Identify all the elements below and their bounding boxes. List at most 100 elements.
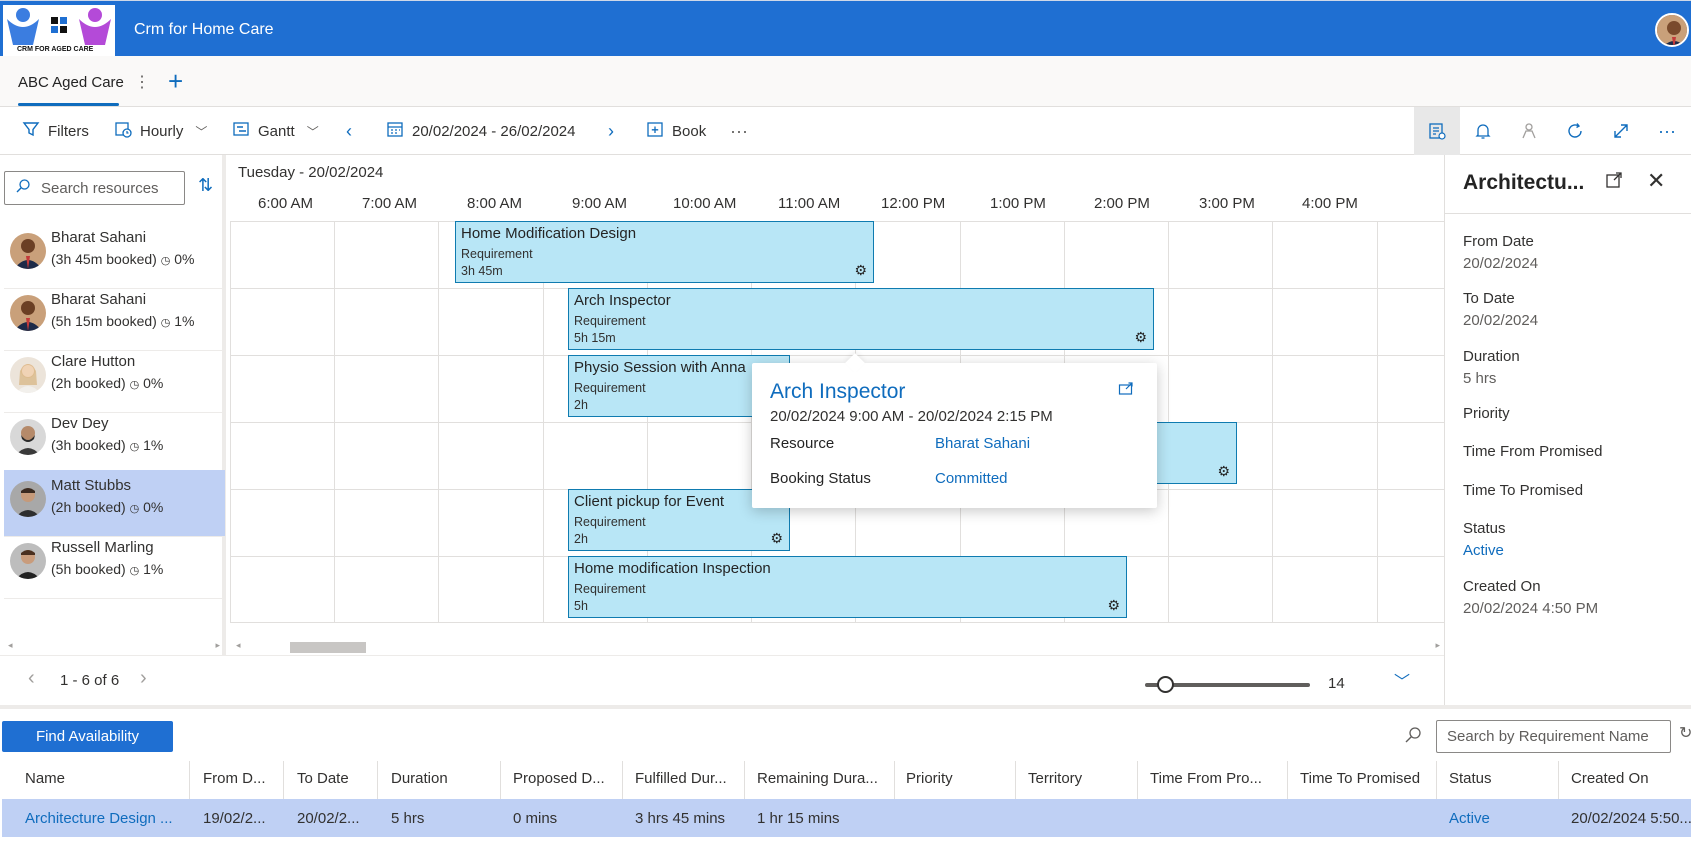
field-label: Time From Promised [1463, 443, 1603, 460]
search-icon[interactable] [1404, 726, 1422, 749]
refresh-icon[interactable]: ↻ [1679, 723, 1691, 743]
popup-status-link[interactable]: Committed [935, 470, 1008, 487]
details-pane-icon[interactable] [1414, 107, 1460, 155]
find-availability-button[interactable]: Find Availability [2, 721, 173, 752]
add-tab-icon[interactable]: + [168, 66, 183, 97]
booking-popup: Arch Inspector 20/02/2024 9:00 AM - 20/0… [752, 353, 1157, 508]
filters-button[interactable]: Filters [22, 107, 89, 155]
resource-booked: (2h booked) ◷ 0% [51, 375, 164, 391]
hour-label: 8:00 AM [467, 195, 523, 212]
chevron-down-icon: ﹀ [306, 124, 319, 139]
app-logo[interactable]: CRM FOR AGED CARE [3, 5, 115, 57]
hour-label: 2:00 PM [1094, 195, 1150, 212]
tab-more-icon[interactable]: ⋮ [134, 72, 150, 92]
previous-page-icon[interactable]: ‹ [28, 667, 35, 690]
requirement-row-selected[interactable]: Architecture Design ... 19/02/2... 20/02… [2, 799, 1691, 837]
scrollbar-thumb[interactable] [290, 642, 366, 653]
collapse-chevron-icon[interactable]: ﹀ [1394, 668, 1410, 692]
column-header[interactable]: Remaining Dura... [757, 770, 878, 787]
resource-row[interactable]: Clare Hutton (2h booked) ◷ 0% [4, 346, 225, 413]
requirements-panel: Find Availability Search by Requirement … [0, 705, 1691, 867]
previous-period-button[interactable]: ‹ [346, 107, 352, 155]
field-label: To Date [1463, 290, 1515, 307]
clock-icon: ◷ [160, 255, 171, 267]
tab-abc-aged-care[interactable]: ABC Aged Care [18, 74, 124, 91]
cell-status-link[interactable]: Active [1449, 810, 1490, 827]
expand-icon[interactable] [1598, 107, 1644, 155]
column-header[interactable]: Created On [1571, 770, 1649, 787]
resource-name: Clare Hutton [51, 353, 136, 370]
field-value: 20/02/2024 [1463, 312, 1539, 329]
requirement-search-input[interactable]: Search by Requirement Name [1436, 720, 1671, 753]
open-booking-icon[interactable] [1118, 381, 1134, 402]
column-header[interactable]: Time From Pro... [1150, 770, 1262, 787]
status-link[interactable]: Active [1463, 542, 1504, 559]
row-line [230, 355, 1444, 356]
close-icon[interactable]: ✕ [1647, 168, 1665, 194]
refresh-icon[interactable] [1552, 107, 1598, 155]
overflow-menu-icon[interactable]: ··· [1644, 107, 1690, 155]
app-title[interactable]: Crm for Home Care [134, 21, 274, 39]
resource-row[interactable]: Bharat Sahani (5h 15m booked) ◷ 1% [4, 284, 225, 351]
open-record-icon[interactable] [1605, 171, 1623, 194]
resource-row[interactable]: Bharat Sahani (3h 45m booked) ◷ 0% [4, 222, 225, 289]
column-separator [1436, 761, 1437, 799]
column-header[interactable]: Duration [391, 770, 448, 787]
resource-row[interactable]: Russell Marling (5h booked) ◷ 1% [4, 532, 225, 599]
column-separator [500, 761, 501, 799]
resource-horizontal-scrollbar[interactable]: ◂ ▸ [4, 640, 222, 654]
resource-avatar [10, 233, 46, 269]
book-button[interactable]: Book [646, 107, 706, 155]
column-header[interactable]: Territory [1028, 770, 1082, 787]
day-label: Tuesday - 20/02/2024 [238, 164, 384, 181]
divider [1445, 213, 1691, 214]
view-mode-dropdown[interactable]: Hourly ﹀ [114, 107, 207, 155]
hour-label: 7:00 AM [362, 195, 418, 212]
booking-block[interactable]: Home modification Inspection Requirement… [568, 556, 1127, 618]
zoom-slider-thumb[interactable] [1157, 676, 1174, 693]
column-header[interactable]: To Date [297, 770, 349, 787]
sort-icon[interactable]: ⇅ [198, 175, 213, 196]
cell-duration: 5 hrs [391, 810, 425, 827]
clock-icon: ◷ [129, 441, 140, 453]
requirement-name-link[interactable]: Architecture Design ... [25, 810, 173, 827]
booking-title: Physio Session with Anna [574, 359, 746, 376]
booking-type: Requirement [574, 381, 646, 395]
booking-block[interactable]: Arch Inspector Requirement 5h 15m ⚙ [568, 288, 1154, 350]
booking-block[interactable]: Home Modification Design Requirement 3h … [455, 221, 874, 283]
column-header[interactable]: Name [25, 770, 65, 787]
resource-row[interactable]: Dev Dey (3h booked) ◷ 1% [4, 408, 225, 475]
gantt-horizontal-scrollbar[interactable]: ◂ ▸ [230, 640, 1444, 654]
column-header[interactable]: From D... [203, 770, 266, 787]
booking-duration: 3h 45m [461, 264, 503, 278]
column-header[interactable]: Priority [906, 770, 953, 787]
column-header[interactable]: Status [1449, 770, 1492, 787]
scroll-right-icon[interactable]: ▸ [215, 640, 220, 651]
zoom-value: 14 [1328, 675, 1345, 692]
resource-details-icon[interactable] [1506, 107, 1552, 155]
resource-row-selected[interactable]: Matt Stubbs (2h booked) ◷ 0% [4, 470, 225, 537]
column-header[interactable]: Fulfilled Dur... [635, 770, 727, 787]
user-avatar[interactable] [1655, 13, 1689, 47]
column-header[interactable]: Time To Promised [1300, 770, 1420, 787]
resource-search-input[interactable]: Search resources [4, 171, 185, 205]
logo-text: CRM FOR AGED CARE [17, 46, 94, 53]
more-options-icon[interactable]: ··· [730, 107, 748, 155]
next-period-button[interactable]: › [608, 107, 614, 155]
column-separator [1287, 761, 1288, 799]
popup-resource-link[interactable]: Bharat Sahani [935, 435, 1030, 452]
field-label: Status [1463, 520, 1506, 537]
scroll-right-icon[interactable]: ▸ [1435, 640, 1440, 651]
calendar-clock-icon [114, 120, 132, 143]
scroll-left-icon[interactable]: ◂ [8, 640, 13, 651]
column-separator [283, 761, 284, 799]
layout-dropdown[interactable]: Gantt ﹀ [232, 107, 319, 155]
date-range-picker[interactable]: 20/02/2024 - 26/02/2024 [386, 107, 575, 155]
chevron-right-icon: › [608, 120, 614, 141]
popup-title[interactable]: Arch Inspector [770, 380, 905, 404]
tab-row: ABC Aged Care ⋮ + [0, 56, 1691, 107]
column-header[interactable]: Proposed D... [513, 770, 605, 787]
scroll-left-icon[interactable]: ◂ [236, 640, 241, 651]
alerts-bell-icon[interactable] [1460, 107, 1506, 155]
next-page-icon[interactable]: › [140, 667, 147, 690]
